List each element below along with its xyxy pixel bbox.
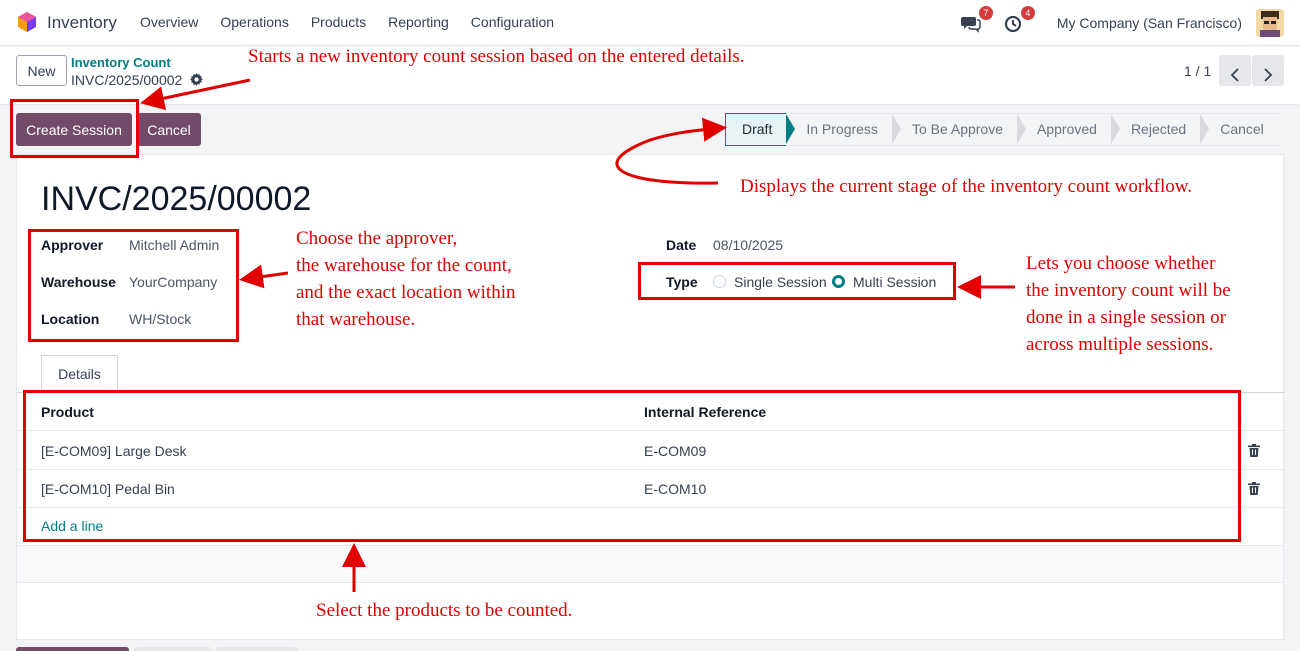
chevron-left-icon — [1230, 67, 1239, 82]
empty-row — [17, 545, 1283, 583]
company-switcher[interactable]: My Company (San Francisco) — [1057, 15, 1242, 31]
clock-icon — [1004, 15, 1021, 33]
stage-rejected[interactable]: Rejected — [1110, 113, 1210, 146]
activities-button[interactable]: 4 — [1003, 6, 1035, 33]
menu-reporting[interactable]: Reporting — [388, 14, 449, 30]
menu-operations[interactable]: Operations — [220, 14, 288, 30]
chat-icon — [960, 17, 981, 33]
annotation-box-type — [638, 262, 956, 300]
menu-overview[interactable]: Overview — [140, 14, 198, 30]
send-message-button[interactable] — [16, 647, 129, 651]
annotation-box-fields — [28, 229, 239, 342]
stage-to-be-approve[interactable]: To Be Approve — [891, 113, 1027, 146]
app-name[interactable]: Inventory — [47, 13, 117, 33]
pager-value[interactable]: 1 / 1 — [1184, 63, 1211, 79]
chevron-right-icon — [1264, 67, 1273, 82]
annotation-create-session: Starts a new inventory count session bas… — [248, 46, 745, 67]
breadcrumb-current: INVC/2025/00002 — [71, 72, 183, 88]
annotation-statusbar: Displays the current stage of the invent… — [740, 176, 1193, 197]
messages-button[interactable]: 7 — [960, 6, 993, 33]
stage-draft[interactable]: Draft — [725, 113, 796, 146]
date-field[interactable]: 08/10/2025 — [713, 237, 783, 253]
new-button[interactable]: New — [16, 55, 67, 86]
trash-icon[interactable] — [1248, 482, 1260, 495]
menu-configuration[interactable]: Configuration — [471, 14, 554, 30]
cancel-button[interactable]: Cancel — [137, 113, 201, 146]
avatar[interactable] — [1256, 9, 1284, 37]
user-avatar-icon — [1256, 9, 1284, 37]
annotation-type: Lets you choose whether the inventory co… — [1026, 253, 1231, 355]
annotation-fields: Choose the approver, the warehouse for t… — [296, 228, 516, 330]
inventory-app-icon[interactable] — [16, 11, 38, 33]
messages-badge: 7 — [978, 6, 993, 20]
breadcrumb-parent[interactable]: Inventory Count — [71, 55, 171, 70]
date-label: Date — [666, 237, 697, 253]
gear-icon[interactable] — [190, 73, 203, 86]
menu-products[interactable]: Products — [311, 14, 366, 30]
stage-cancel[interactable]: Cancel — [1200, 113, 1280, 146]
page-title: INVC/2025/00002 — [41, 180, 312, 218]
activities-button-bottom[interactable] — [216, 647, 298, 651]
stage-in-progress[interactable]: In Progress — [786, 113, 901, 146]
stage-approved[interactable]: Approved — [1017, 113, 1120, 146]
status-bar: Draft In Progress To Be Approve Approved… — [725, 113, 1280, 146]
pager-previous-button[interactable] — [1219, 55, 1251, 86]
trash-icon[interactable] — [1248, 444, 1260, 457]
top-navbar: Inventory Overview Operations Products R… — [0, 0, 1300, 46]
annotation-products: Select the products to be counted. — [316, 600, 573, 621]
pager-next-button[interactable] — [1252, 55, 1284, 86]
log-note-button[interactable] — [134, 647, 212, 651]
activities-badge: 4 — [1020, 6, 1035, 20]
main-menu: Overview Operations Products Reporting C… — [140, 14, 576, 30]
systray: 7 4 My Company (San Francisco) — [960, 6, 1284, 38]
annotation-box-products — [23, 390, 1241, 542]
annotation-box-create-session — [10, 99, 139, 158]
tab-details[interactable]: Details — [41, 355, 118, 392]
